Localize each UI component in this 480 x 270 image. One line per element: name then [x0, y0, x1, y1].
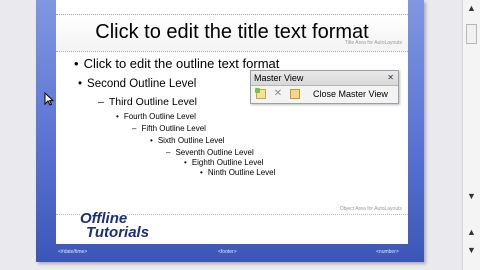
master-view-toolbar[interactable]: Master View ✕ ✕ Close Master View	[250, 70, 399, 104]
title-text: Click to edit the title text format	[95, 21, 369, 43]
vertical-scrollbar[interactable]: ▲ ▼ ▲ ▼	[462, 0, 480, 270]
delete-master-icon[interactable]: ✕	[273, 89, 283, 99]
next-slide-icon[interactable]: ▼	[465, 244, 478, 256]
scroll-down-icon[interactable]: ▼	[465, 190, 478, 202]
outline-level-3[interactable]: – Third Outline Level	[98, 96, 197, 108]
bullet-level-6: •	[150, 136, 153, 145]
outline-level-2-text: Second Outline Level	[87, 78, 197, 90]
bullet-level-1: •	[74, 56, 79, 71]
outline-level-5[interactable]: – Fifth Outline Level	[132, 124, 206, 133]
title-placeholder[interactable]: Click to edit the title text format	[56, 14, 408, 52]
mouse-cursor-icon	[44, 92, 54, 106]
outline-level-4[interactable]: • Fourth Outline Level	[116, 112, 196, 121]
editing-area: Click to edit the title text format Titl…	[0, 0, 462, 270]
bullet-level-8: •	[184, 158, 187, 167]
bullet-level-2: •	[78, 78, 83, 90]
outline-level-5-text: Fifth Outline Level	[141, 124, 206, 133]
toolbar-buttons: ✕ Close Master View	[251, 86, 398, 104]
preserve-master-icon[interactable]	[290, 89, 300, 99]
outline-level-9-text: Ninth Outline Level	[207, 168, 276, 177]
bullet-level-5: –	[132, 124, 137, 133]
previous-slide-icon[interactable]: ▲	[465, 226, 478, 238]
outline-level-1-text: Click to edit the outline text format	[83, 56, 280, 71]
outline-level-6[interactable]: • Sixth Outline Level	[150, 136, 225, 145]
bullet-level-4: •	[116, 112, 119, 121]
outline-level-8-text: Eighth Outline Level	[191, 158, 264, 167]
master-slide[interactable]: Click to edit the title text format Titl…	[36, 0, 424, 262]
number-placeholder[interactable]: <number>	[376, 249, 399, 255]
outline-level-6-text: Sixth Outline Level	[157, 136, 225, 145]
close-master-view-button[interactable]: Close Master View	[309, 87, 392, 102]
scrollbar-thumb[interactable]	[466, 24, 477, 44]
outline-level-9[interactable]: • Ninth Outline Level	[200, 168, 275, 177]
bullet-level-7: –	[166, 148, 171, 157]
toolbar-close-icon[interactable]: ✕	[387, 71, 394, 85]
bullet-level-3: –	[98, 96, 104, 108]
toolbar-title: Master View	[254, 73, 304, 83]
outline-level-3-text: Third Outline Level	[108, 96, 197, 108]
bullet-level-9: •	[200, 168, 203, 177]
outline-level-1[interactable]: • Click to edit the outline text format	[74, 56, 279, 71]
logo-line-2: Tutorials	[86, 224, 150, 241]
outline-level-8[interactable]: • Eighth Outline Level	[184, 158, 263, 167]
toolbar-title-bar[interactable]: Master View ✕	[251, 71, 398, 86]
outline-level-7[interactable]: – Seventh Outline Level	[166, 148, 254, 157]
scroll-up-icon[interactable]: ▲	[465, 2, 478, 14]
footer-placeholder[interactable]: <footer>	[218, 249, 237, 255]
outline-level-4-text: Fourth Outline Level	[123, 112, 196, 121]
offline-tutorials-logo: Offline Tutorials	[80, 211, 186, 248]
insert-new-master-icon[interactable]	[255, 88, 266, 99]
title-area-note: Title Area for AutoLayouts	[344, 40, 402, 46]
outline-level-7-text: Seventh Outline Level	[175, 148, 254, 157]
slide-content-area: Click to edit the title text format Titl…	[56, 0, 408, 244]
object-area-note: Object Area for AutoLayouts	[339, 206, 402, 212]
date-placeholder[interactable]: <#date/time>	[58, 249, 87, 255]
outline-level-2[interactable]: • Second Outline Level	[78, 78, 196, 90]
